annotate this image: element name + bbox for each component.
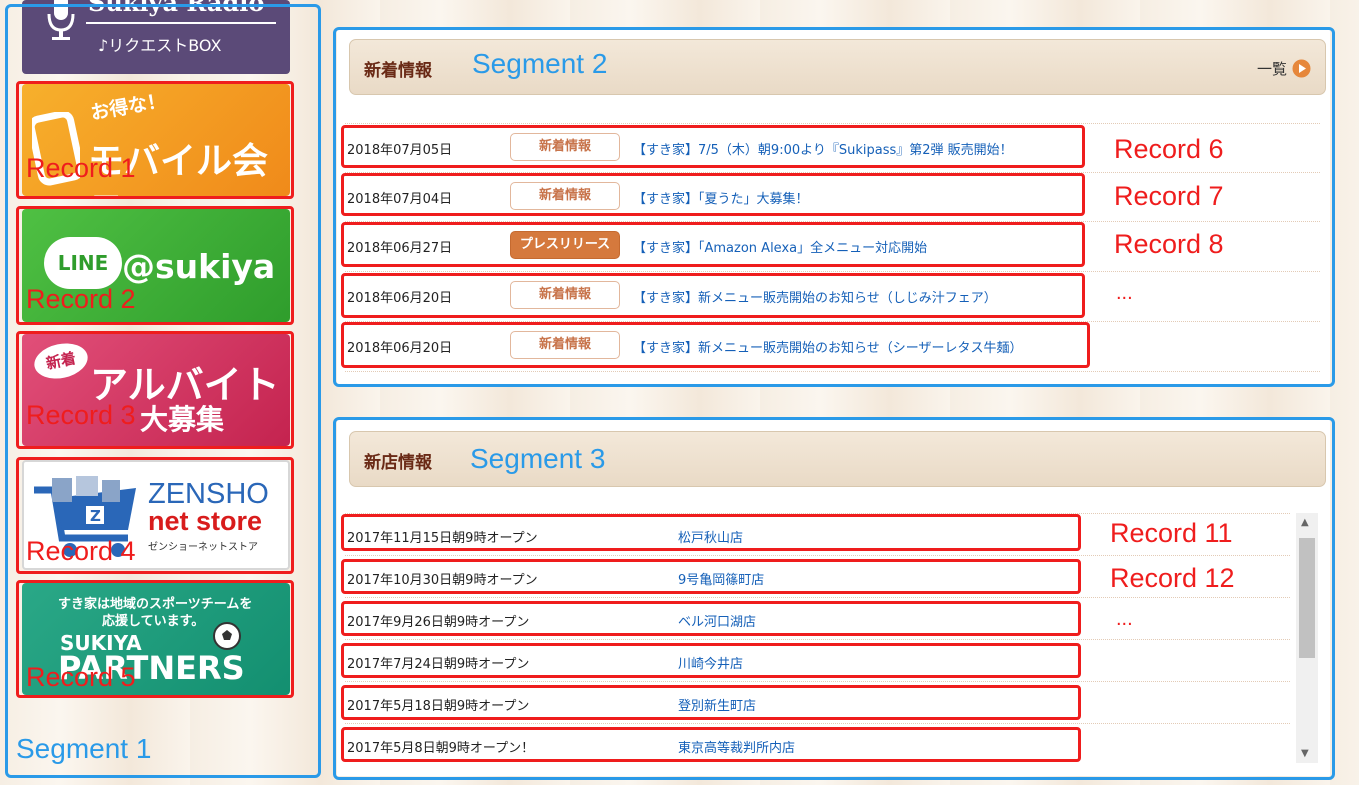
record-12-label: Record 12 (1110, 563, 1235, 593)
record-4-label: Record 4 (26, 536, 136, 566)
segment-3-label: Segment 3 (470, 443, 606, 474)
record-2-label: Record 2 (26, 284, 136, 314)
record-3-label: Record 3 (26, 400, 136, 430)
record-6-label: Record 6 (1114, 134, 1224, 164)
segment-1-label: Segment 1 (16, 733, 152, 764)
record-7-label: Record 7 (1114, 181, 1224, 211)
record-8-label: Record 8 (1114, 229, 1224, 259)
record-ellipsis-label-2: ... (1116, 608, 1133, 630)
record-ellipsis-label: ... (1116, 282, 1133, 304)
record-5-label: Record 5 (26, 662, 136, 692)
record-1-label: Record 1 (26, 153, 136, 183)
segment-2-label: Segment 2 (472, 48, 608, 79)
record-11-label: Record 11 (1110, 518, 1233, 548)
